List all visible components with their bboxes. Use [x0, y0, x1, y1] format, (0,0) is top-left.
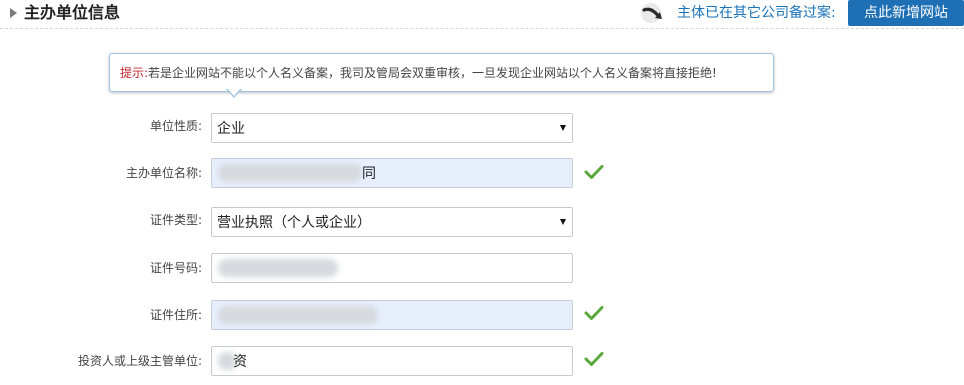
redacted-text: [218, 164, 362, 182]
id-type-label: 证件类型:: [149, 213, 202, 227]
tooltip-pointer-inner: [227, 88, 241, 96]
section-header: 主办单位信息 主体已在其它公司备过案: 点此新增网站: [0, 0, 964, 29]
id-type-value: 营业执照（个人或企业）: [217, 215, 371, 231]
redacted-text: [218, 259, 338, 277]
section-title: 主办单位信息: [24, 3, 121, 22]
select-caret-icon: [560, 219, 566, 225]
hint-text-wrapper: 提示:若是企业网站不能以个人名义备案，我司及管局会双重审核，一旦发现企业网站以个…: [120, 65, 717, 81]
check-icon: [584, 306, 604, 320]
unit-nature-label: 单位性质:: [149, 119, 202, 133]
unit-nature-value: 企业: [217, 121, 245, 137]
check-icon: [584, 165, 604, 179]
id-number-input[interactable]: [211, 253, 573, 283]
add-website-button[interactable]: 点此新增网站: [848, 0, 964, 26]
redacted-text: [218, 306, 378, 324]
hint-tooltip: 提示:若是企业网站不能以个人名义备案，我司及管局会双重审核，一旦发现企业网站以个…: [109, 53, 774, 92]
id-address-input[interactable]: [211, 300, 573, 330]
sponsor-name-input[interactable]: 同: [211, 158, 573, 188]
id-type-select[interactable]: 营业执照（个人或企业）: [211, 207, 573, 237]
sponsor-name-label: 主办单位名称:: [125, 166, 202, 180]
investor-value: 资: [233, 354, 247, 370]
link-arrow-icon: [641, 3, 662, 23]
other-company-filed-link[interactable]: 主体已在其它公司备过案:: [677, 4, 836, 22]
investor-label: 投资人或上级主管单位:: [77, 354, 202, 368]
investor-input[interactable]: 资: [211, 346, 573, 376]
unit-nature-select[interactable]: 企业: [211, 113, 573, 143]
page: 主办单位信息 主体已在其它公司备过案: 点此新增网站 提示:若是企业网站不能以个…: [0, 0, 964, 385]
check-icon: [584, 352, 604, 366]
hint-prefix: 提示:: [120, 66, 149, 80]
select-caret-icon: [560, 125, 566, 131]
section-arrow-icon: [10, 8, 17, 18]
id-address-label: 证件住所:: [149, 308, 202, 322]
sponsor-name-value: 同: [362, 166, 376, 182]
id-number-label: 证件号码:: [149, 261, 202, 275]
hint-text: 若是企业网站不能以个人名义备案，我司及管局会双重审核，一旦发现企业网站以个人名义…: [148, 66, 717, 80]
